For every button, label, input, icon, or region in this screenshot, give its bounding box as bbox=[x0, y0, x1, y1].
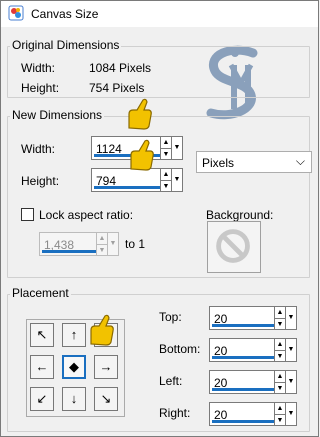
arrow-down-icon[interactable]: ▼ bbox=[275, 350, 285, 361]
arrow-up-icon[interactable]: ▲ bbox=[161, 169, 171, 180]
arrow-up-icon[interactable]: ▲ bbox=[161, 137, 171, 148]
arrow-up-icon[interactable]: ▲ bbox=[275, 307, 285, 318]
anchor-left[interactable]: ← bbox=[30, 355, 54, 379]
original-width-label: Width: bbox=[21, 61, 56, 75]
aspect-ratio-stepper[interactable]: ▲ ▼ bbox=[96, 233, 107, 255]
new-height-slider-bar[interactable] bbox=[94, 186, 160, 189]
units-value: Pixels bbox=[202, 156, 235, 170]
placement-legend: Placement bbox=[10, 286, 71, 300]
arrow-down-icon[interactable]: ▼ bbox=[275, 318, 285, 329]
arrow-down-icon[interactable]: ▼ bbox=[275, 382, 285, 393]
original-width-value: 1084 Pixels bbox=[89, 61, 152, 75]
new-dimensions-legend: New Dimensions bbox=[10, 108, 105, 122]
top-stepper[interactable]: ▲ ▼ bbox=[274, 307, 285, 329]
ratio-suffix-label: to 1 bbox=[125, 237, 146, 251]
arrow-up-icon[interactable]: ▲ bbox=[275, 339, 285, 350]
top-label: Top: bbox=[159, 310, 182, 324]
background-color-swatch[interactable] bbox=[207, 221, 261, 273]
arrow-up-icon[interactable]: ▲ bbox=[275, 371, 285, 382]
top-spinbox[interactable]: 20 ▲ ▼ ▼ bbox=[209, 306, 297, 330]
left-label: Left: bbox=[159, 374, 183, 388]
anchor-top-left[interactable]: ↖ bbox=[30, 323, 54, 347]
anchor-right[interactable]: → bbox=[94, 355, 118, 379]
chevron-down-icon[interactable]: ▼ bbox=[285, 307, 296, 329]
no-symbol-icon bbox=[216, 229, 250, 263]
right-stepper[interactable]: ▲ ▼ bbox=[274, 403, 285, 425]
left-slider-bar[interactable] bbox=[212, 388, 274, 391]
units-select[interactable]: Pixels ⌵ bbox=[196, 151, 312, 173]
new-height-stepper[interactable]: ▲ ▼ bbox=[160, 169, 171, 191]
bottom-stepper[interactable]: ▲ ▼ bbox=[274, 339, 285, 361]
original-height-value: 754 Pixels bbox=[89, 81, 145, 95]
pointer-hand-icon bbox=[130, 139, 154, 171]
new-height-label: Height: bbox=[21, 174, 60, 188]
canvas-size-dialog: Canvas Size Original Dimensions Width: 1… bbox=[0, 0, 319, 437]
chevron-down-icon[interactable]: ▼ bbox=[171, 137, 182, 159]
background-label: Background: bbox=[206, 208, 274, 222]
left-spinbox[interactable]: 20 ▲ ▼ ▼ bbox=[209, 370, 297, 394]
aspect-ratio-slider-bar[interactable] bbox=[42, 250, 96, 253]
anchor-bottom-right[interactable]: ↘ bbox=[94, 387, 118, 411]
bottom-label: Bottom: bbox=[159, 342, 201, 356]
app-icon bbox=[8, 5, 24, 21]
arrow-down-icon[interactable]: ▼ bbox=[161, 180, 171, 191]
anchor-bottom[interactable]: ↓ bbox=[62, 387, 86, 411]
chevron-down-icon: ⌵ bbox=[295, 154, 305, 168]
window-title: Canvas Size bbox=[31, 7, 99, 21]
chevron-down-icon[interactable]: ▼ bbox=[171, 169, 182, 191]
chevron-down-icon[interactable]: ▼ bbox=[285, 371, 296, 393]
arrow-up-icon[interactable]: ▲ bbox=[97, 233, 107, 244]
arrow-up-icon[interactable]: ▲ bbox=[275, 403, 285, 414]
bottom-slider-bar[interactable] bbox=[212, 356, 274, 359]
aspect-ratio-spinbox[interactable]: 1,438 ▲ ▼ ▼ bbox=[39, 232, 119, 256]
original-dimensions-legend: Original Dimensions bbox=[10, 38, 122, 52]
arrow-down-icon[interactable]: ▼ bbox=[161, 148, 171, 159]
lock-aspect-checkbox[interactable] bbox=[21, 208, 34, 221]
original-height-label: Height: bbox=[21, 81, 60, 95]
right-label: Right: bbox=[159, 406, 191, 420]
pointer-hand-icon bbox=[90, 314, 114, 346]
anchor-center[interactable]: ◆ bbox=[62, 355, 86, 379]
lock-aspect-label[interactable]: Lock aspect ratio: bbox=[39, 208, 133, 222]
top-slider-bar[interactable] bbox=[212, 324, 274, 327]
chevron-down-icon[interactable]: ▼ bbox=[107, 233, 118, 255]
left-stepper[interactable]: ▲ ▼ bbox=[274, 371, 285, 393]
chevron-down-icon[interactable]: ▼ bbox=[285, 403, 296, 425]
title-bar[interactable]: Canvas Size bbox=[1, 1, 318, 27]
anchor-bottom-left[interactable]: ↙ bbox=[30, 387, 54, 411]
right-spinbox[interactable]: 20 ▲ ▼ ▼ bbox=[209, 402, 297, 426]
right-slider-bar[interactable] bbox=[212, 420, 274, 423]
chevron-down-icon[interactable]: ▼ bbox=[285, 339, 296, 361]
new-width-stepper[interactable]: ▲ ▼ bbox=[160, 137, 171, 159]
arrow-down-icon[interactable]: ▼ bbox=[97, 244, 107, 255]
pointer-hand-icon bbox=[128, 98, 152, 130]
arrow-down-icon[interactable]: ▼ bbox=[275, 414, 285, 425]
bottom-spinbox[interactable]: 20 ▲ ▼ ▼ bbox=[209, 338, 297, 362]
new-width-label: Width: bbox=[21, 142, 56, 156]
anchor-top[interactable]: ↑ bbox=[62, 323, 86, 347]
